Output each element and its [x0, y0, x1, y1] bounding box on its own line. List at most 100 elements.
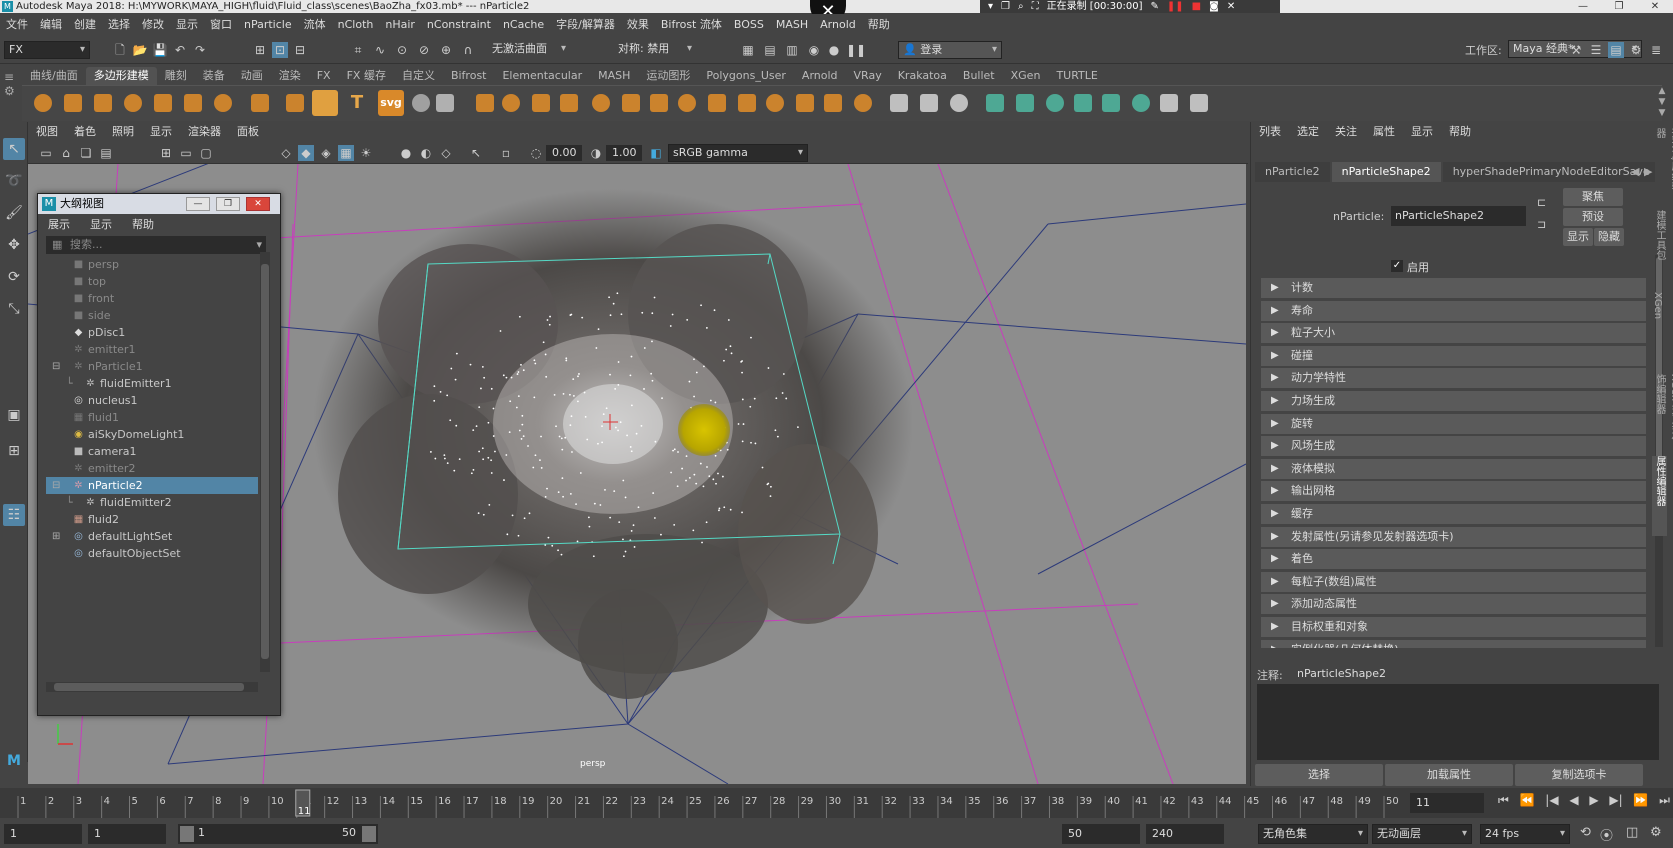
node-name-field[interactable]: nParticleShape2 — [1391, 206, 1526, 226]
shelf-tab[interactable]: FX — [309, 67, 339, 85]
playback-button[interactable]: ◀ — [1569, 793, 1578, 813]
menu-item[interactable]: 创建 — [68, 16, 102, 32]
maximize-button[interactable]: ❐ — [1601, 0, 1637, 13]
menu-item[interactable]: Bifrost 流体 — [655, 16, 728, 32]
exposure-field[interactable]: 0.00 — [546, 145, 582, 161]
stop-icon[interactable]: ■ — [1192, 0, 1201, 13]
outliner-item[interactable]: ■ top — [46, 273, 258, 290]
shelf-tool-icon[interactable] — [210, 90, 236, 116]
shelf-tool-icon[interactable] — [247, 90, 273, 116]
shelf-tool-icon[interactable] — [646, 90, 672, 116]
search-icon[interactable]: ⌕ — [1018, 0, 1024, 13]
menu-arrow-icon[interactable]: ▾ — [988, 0, 993, 13]
save-scene-icon[interactable]: 💾 — [152, 42, 168, 58]
menu-item[interactable]: MASH — [770, 18, 814, 31]
shelf-tool-icon[interactable] — [1186, 90, 1212, 116]
shelf-tab[interactable]: 装备 — [195, 67, 233, 85]
side-tab[interactable]: 建模工具包 — [1652, 210, 1667, 282]
menu-item[interactable]: 显示 — [170, 16, 204, 32]
outliner-item[interactable]: ◎ nucleus1 — [46, 392, 258, 409]
shelf-tab[interactable]: 渲染 — [271, 67, 309, 85]
menu-item[interactable]: nParticle — [238, 18, 298, 31]
outliner-item[interactable]: ■ side — [46, 307, 258, 324]
snap-curve-icon[interactable]: ∿ — [372, 42, 388, 58]
live-surface-field[interactable]: 无激活曲面 — [488, 41, 570, 59]
menu-item[interactable]: BOSS — [728, 18, 770, 31]
menu-item[interactable]: 选择 — [102, 16, 136, 32]
resolution-gate-icon[interactable]: ▢ — [198, 145, 214, 161]
outliner-item[interactable]: ▦ fluid2 — [46, 511, 258, 528]
snap-grid-icon[interactable]: ⌗ — [350, 42, 366, 58]
attr-menu-item[interactable]: 列表 — [1251, 123, 1289, 139]
shelf-tool-icon[interactable] — [90, 90, 116, 116]
render-frame-icon[interactable]: ▦ — [740, 42, 756, 58]
four-view-icon[interactable]: ⊞ — [3, 440, 25, 462]
menu-item[interactable]: 编辑 — [34, 16, 68, 32]
menu-item[interactable]: 效果 — [621, 16, 655, 32]
playback-button[interactable]: ⏪ — [1520, 793, 1535, 813]
range-handle-right[interactable] — [362, 826, 376, 842]
shelf-tab[interactable]: Bifrost — [443, 67, 495, 85]
attr-section-header[interactable]: 缓存 — [1261, 504, 1646, 525]
outliner-item[interactable]: ◎ defaultObjectSet — [46, 545, 258, 562]
animation-end-field[interactable]: 240 — [1146, 824, 1224, 844]
wireframe-on-shaded-icon[interactable]: ▦ — [338, 145, 354, 161]
lights-icon[interactable]: ☀ — [358, 145, 374, 161]
enable-checkbox[interactable]: ✓ — [1391, 260, 1403, 272]
menu-item[interactable]: nCloth — [332, 18, 380, 31]
shelf-tool-icon[interactable] — [472, 90, 498, 116]
attr-menu-item[interactable]: 帮助 — [1441, 123, 1479, 139]
shelf-tool-icon[interactable] — [982, 90, 1008, 116]
outliner-horizontal-scrollbar[interactable] — [46, 682, 258, 692]
select-hierarchy-icon[interactable]: ⊞ — [252, 42, 268, 58]
shelf-tab[interactable]: 曲线/曲面 — [22, 67, 86, 85]
presets-button[interactable]: 预设 — [1563, 208, 1623, 226]
shelf-tool-icon[interactable] — [150, 90, 176, 116]
tab-scroll-left-icon[interactable]: ◀ — [1631, 165, 1639, 178]
bookmark-icon[interactable]: ❏ — [78, 145, 94, 161]
close-icon[interactable]: ✕ — [1227, 0, 1235, 13]
current-frame-field[interactable]: 11 — [1410, 793, 1484, 813]
shelf-tab[interactable]: 动画 — [233, 67, 271, 85]
loop-icon[interactable]: ⟲ — [1580, 825, 1591, 840]
character-set-dropdown[interactable]: 无角色集 — [1258, 824, 1368, 844]
attr-menu-item[interactable]: 显示 — [1403, 123, 1441, 139]
menu-item[interactable]: 字段/解算器 — [550, 16, 621, 32]
colorspace-dropdown[interactable]: sRGB gamma — [668, 144, 808, 162]
attr-section-header[interactable]: 液体模拟 — [1261, 458, 1646, 480]
render-ipr-icon[interactable]: ▤ — [762, 42, 778, 58]
shelf-tool-icon[interactable] — [282, 90, 308, 116]
shelf-tool-icon[interactable] — [820, 90, 846, 116]
shelf-tab[interactable]: Krakatoa — [890, 67, 955, 85]
shelf-tool-icon[interactable] — [180, 90, 206, 116]
shelf-tab[interactable]: XGen — [1003, 67, 1049, 85]
shelf-tool-icon[interactable] — [674, 90, 700, 116]
modeling-toolkit-icon[interactable]: ⚒ — [1568, 42, 1584, 58]
grid-icon[interactable]: ⊞ — [158, 145, 174, 161]
playback-button[interactable]: ⏭ — [1659, 793, 1670, 813]
shelf-tool-icon[interactable] — [432, 90, 458, 116]
menu-item[interactable]: Arnold — [814, 18, 862, 31]
wireframe-icon[interactable]: ◇ — [278, 145, 294, 161]
outliner-vertical-scrollbar[interactable] — [260, 252, 270, 672]
login-dropdown[interactable]: 👤 登录 — [898, 41, 1002, 59]
outliner-menu-item[interactable]: 展示 — [38, 216, 80, 232]
layout-icon[interactable] — [1568, 27, 1584, 43]
outliner-item[interactable]: ✲ emitter1 — [46, 341, 258, 358]
hide-button[interactable]: 隐藏 — [1594, 228, 1624, 246]
viewport-menu-item[interactable]: 渲染器 — [180, 123, 229, 139]
filter-icon[interactable]: ▦ — [52, 236, 62, 254]
shelf-tab[interactable]: Elementacular — [494, 67, 590, 85]
menu-item[interactable]: nConstraint — [421, 18, 497, 31]
expand-toggle-icon[interactable]: ⊟ — [52, 358, 60, 375]
pause-render-icon[interactable]: ❚❚ — [846, 42, 866, 58]
viewport-menu-item[interactable]: 照明 — [104, 123, 142, 139]
range-bar[interactable]: 1 50 — [178, 824, 378, 844]
outliner-item[interactable]: ■ front — [46, 290, 258, 307]
shelf-tool-icon[interactable] — [498, 90, 524, 116]
viewport-menu-item[interactable]: 着色 — [66, 123, 104, 139]
side-tab[interactable]: 通道盒/层编辑器 — [1652, 128, 1673, 200]
isolate-select-icon[interactable]: ↖ — [468, 145, 484, 161]
shelf-tool-icon[interactable] — [1012, 90, 1038, 116]
playback-end-field[interactable]: 50 — [1062, 824, 1140, 844]
